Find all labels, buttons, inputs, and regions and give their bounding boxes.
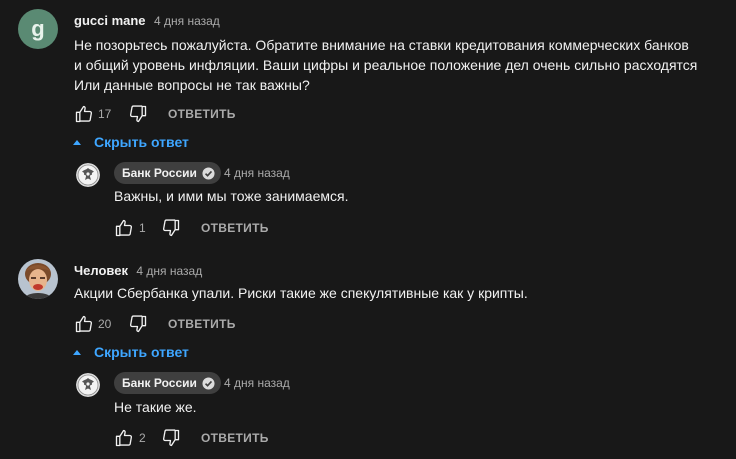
thumb-down-icon — [161, 428, 181, 448]
avatar[interactable] — [18, 259, 58, 299]
dislike-button[interactable] — [126, 313, 150, 335]
comment-text: Акции Сбербанка упали. Риски такие же сп… — [74, 285, 528, 301]
reply-button[interactable]: ОТВЕТИТЬ — [168, 317, 236, 331]
bank-russia-logo-icon — [76, 373, 100, 397]
avatar[interactable] — [76, 163, 100, 187]
comment-header: gucci mane 4 дня назад — [74, 12, 220, 30]
caret-up-icon — [73, 350, 81, 355]
thumb-down-icon — [161, 218, 181, 238]
caret-up-icon — [73, 140, 81, 145]
user-photo-icon — [18, 259, 58, 299]
author-chip[interactable]: Банк России — [114, 372, 221, 394]
reply-button[interactable]: ОТВЕТИТЬ — [201, 431, 269, 445]
avatar-letter: g — [31, 16, 45, 41]
comment-header: Человек 4 дня назад — [74, 262, 202, 280]
thumb-up-icon — [74, 104, 94, 124]
comment-author[interactable]: gucci mane — [74, 13, 146, 28]
reply-button[interactable]: ОТВЕТИТЬ — [168, 107, 236, 121]
reply-text: Не такие же. — [114, 399, 197, 415]
verified-icon — [202, 376, 215, 390]
hide-replies-label: Скрыть ответ — [94, 344, 189, 360]
like-button[interactable] — [72, 313, 96, 335]
thumb-up-icon — [74, 314, 94, 334]
dislike-button[interactable] — [159, 217, 183, 239]
reply-author: Банк России — [122, 166, 197, 180]
hide-replies-toggle[interactable]: Скрыть ответ — [72, 344, 189, 360]
like-count: 2 — [139, 431, 146, 445]
reply-author: Банк России — [122, 376, 197, 390]
thumb-up-icon — [114, 218, 134, 238]
dislike-button[interactable] — [159, 427, 183, 449]
like-button[interactable] — [112, 427, 136, 449]
verified-icon — [202, 166, 215, 180]
like-count: 17 — [98, 107, 112, 121]
like-button[interactable] — [112, 217, 136, 239]
comment-text: Не позорьтесь пожалуйста. Обратите внима… — [74, 37, 698, 93]
avatar[interactable] — [76, 373, 100, 397]
reply-text: Важны, и ими мы тоже занимаемся. — [114, 188, 349, 204]
thumb-up-icon — [114, 428, 134, 448]
like-count: 1 — [139, 221, 146, 235]
comment-time[interactable]: 4 дня назад — [154, 14, 220, 28]
reply-time[interactable]: 4 дня назад — [224, 166, 290, 180]
like-count: 20 — [98, 317, 112, 331]
comment-author[interactable]: Человек — [74, 263, 128, 278]
thumb-down-icon — [128, 104, 148, 124]
bank-russia-logo-icon — [76, 163, 100, 187]
dislike-button[interactable] — [126, 103, 150, 125]
reply-button[interactable]: ОТВЕТИТЬ — [201, 221, 269, 235]
like-button[interactable] — [72, 103, 96, 125]
avatar[interactable]: g — [18, 9, 58, 49]
thumb-down-icon — [128, 314, 148, 334]
author-chip[interactable]: Банк России — [114, 162, 221, 184]
hide-replies-toggle[interactable]: Скрыть ответ — [72, 134, 189, 150]
comment-time[interactable]: 4 дня назад — [136, 264, 202, 278]
hide-replies-label: Скрыть ответ — [94, 134, 189, 150]
reply-time[interactable]: 4 дня назад — [224, 376, 290, 390]
